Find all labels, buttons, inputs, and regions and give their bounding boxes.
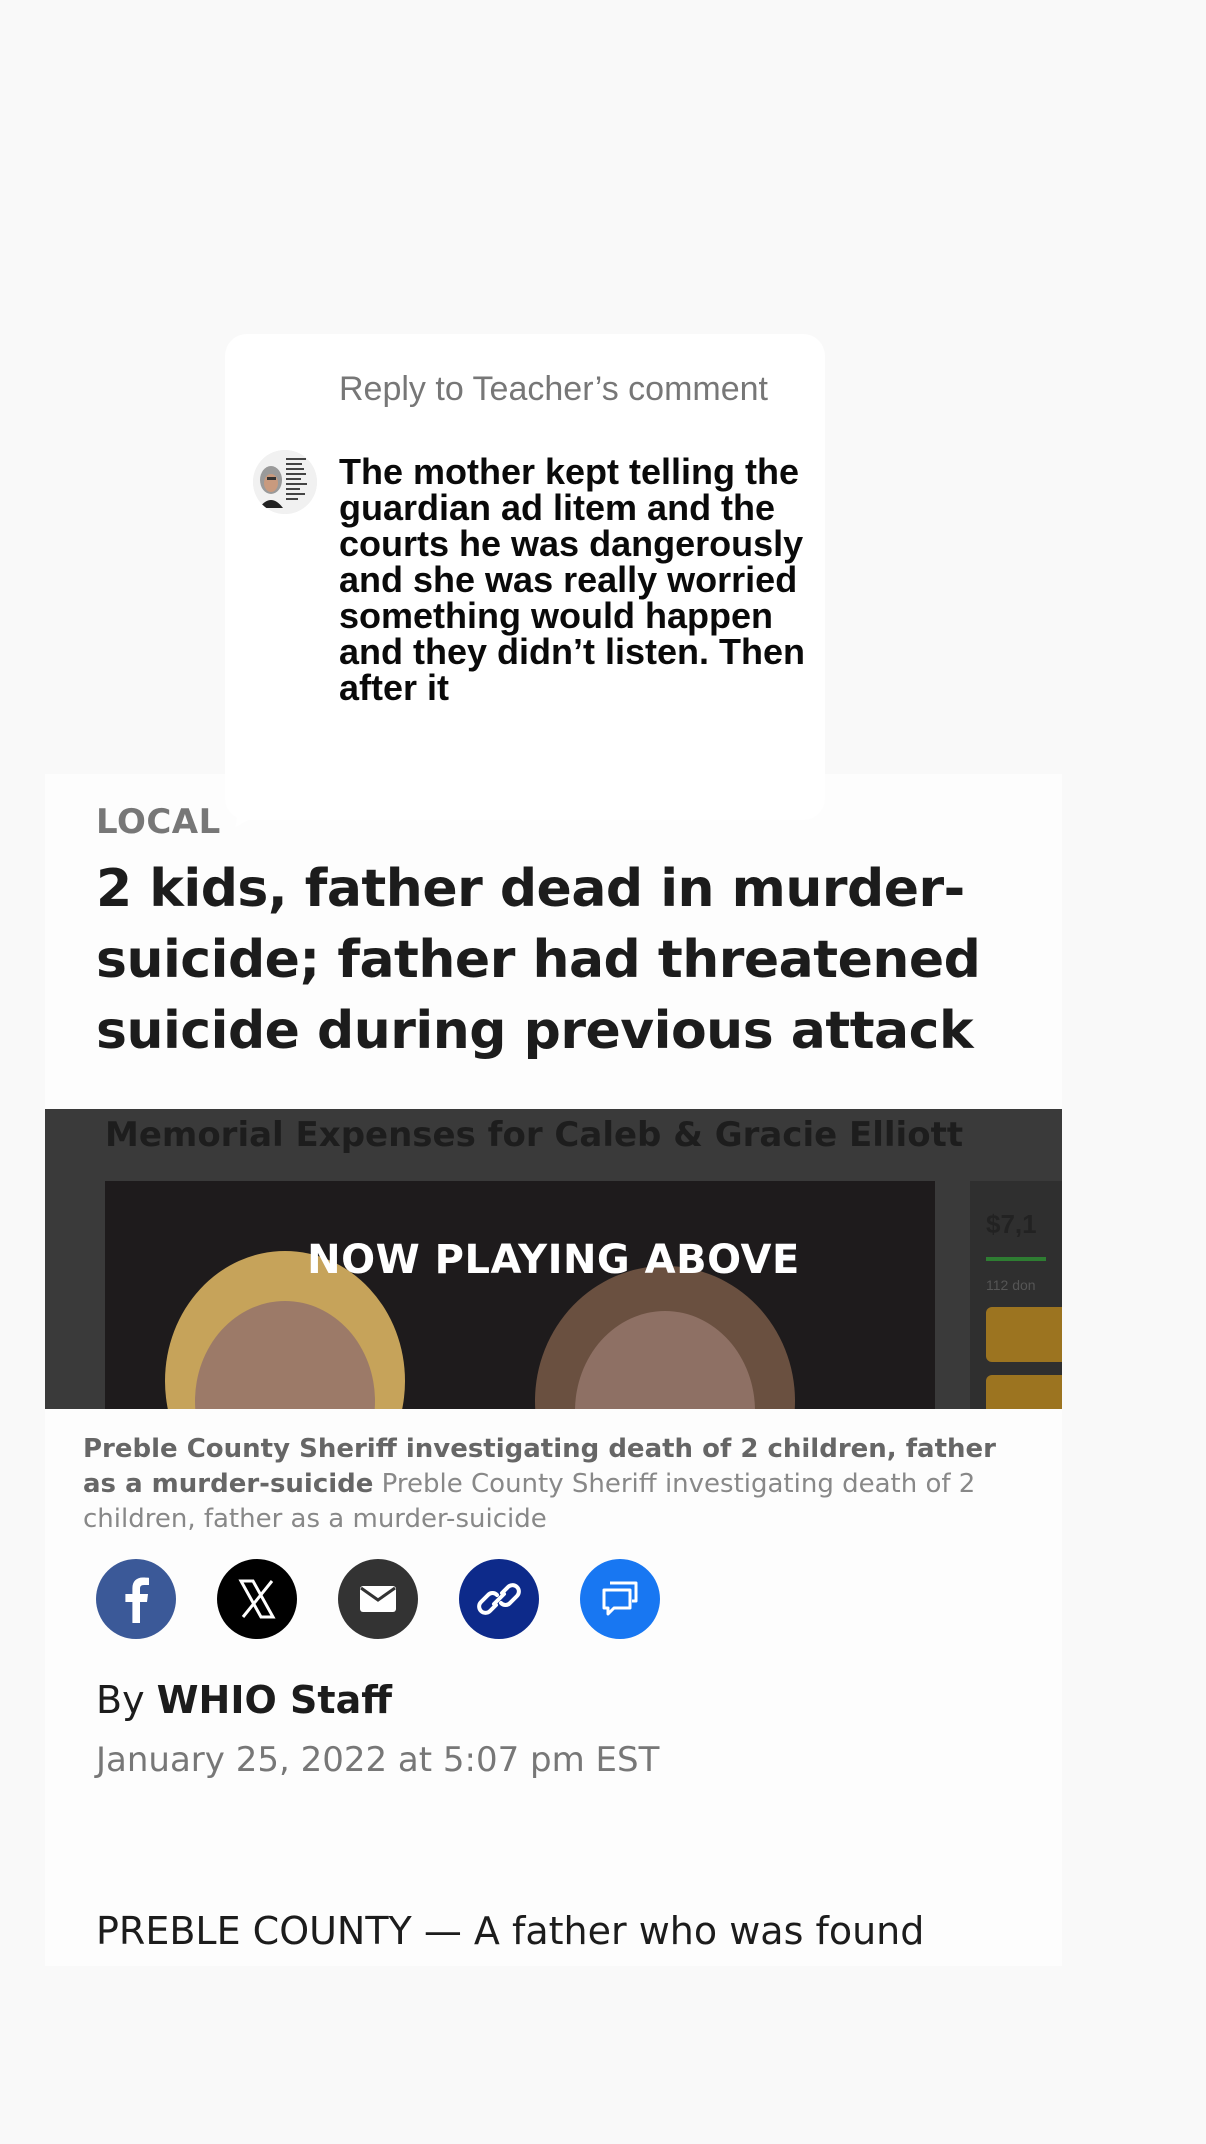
facebook-icon (125, 1577, 149, 1623)
byline: By WHIO Staff (96, 1678, 392, 1722)
author-name[interactable]: WHIO Staff (157, 1678, 392, 1722)
video-thumbnail (105, 1181, 935, 1409)
video-caption: Preble County Sheriff investigating deat… (83, 1432, 1033, 1537)
article-headline: 2 kids, father dead in murder-suicide; f… (96, 859, 981, 1061)
avatar (253, 450, 317, 514)
article-card: LOCAL 2 kids, father dead in murder-suic… (45, 774, 1062, 1966)
reply-comment-popup[interactable]: Reply to Teacher’s comment The mother ke… (225, 334, 825, 820)
article-category[interactable]: LOCAL (96, 802, 221, 842)
comment-icon (602, 1581, 638, 1616)
x-share-button[interactable] (217, 1559, 297, 1639)
donate-button (986, 1307, 1062, 1362)
facebook-share-button[interactable] (96, 1559, 176, 1639)
reply-label: Reply to Teacher’s comment (339, 370, 768, 408)
donation-amount: $7,1 (986, 1209, 1037, 1239)
share-button (986, 1375, 1062, 1409)
link-icon (477, 1583, 521, 1615)
video-player[interactable]: Memorial Expenses for Caleb & Gracie Ell… (45, 1109, 1062, 1409)
email-icon (360, 1586, 396, 1612)
publish-date: January 25, 2022 at 5:07 pm EST (96, 1740, 660, 1780)
comments-button[interactable] (580, 1559, 660, 1639)
email-share-button[interactable] (338, 1559, 418, 1639)
video-title: Memorial Expenses for Caleb & Gracie Ell… (105, 1115, 964, 1155)
reply-comment-text: The mother kept telling the guardian ad … (339, 451, 806, 708)
byline-prefix: By (96, 1678, 157, 1722)
x-icon (238, 1579, 276, 1619)
article-body: PREBLE COUNTY — A father who was found (96, 1909, 925, 1953)
avatar-image (253, 450, 317, 514)
now-playing-label: NOW PLAYING ABOVE (307, 1237, 800, 1283)
copy-link-button[interactable] (459, 1559, 539, 1639)
donation-panel: $7,1 112 don (970, 1181, 1062, 1409)
